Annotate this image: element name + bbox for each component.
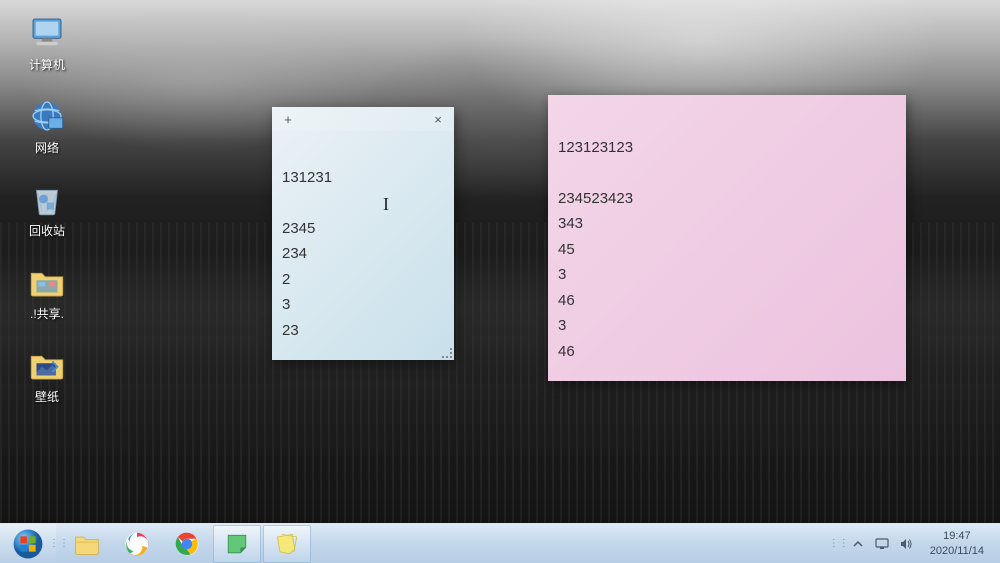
tray-overflow-icon[interactable] bbox=[850, 536, 866, 552]
swirl-browser-icon bbox=[123, 530, 151, 558]
folder-wallpaper-icon bbox=[26, 344, 68, 386]
new-note-button[interactable]: + bbox=[280, 112, 296, 127]
action-center-icon[interactable] bbox=[874, 536, 890, 552]
desktop-icon-share[interactable]: .!共享. bbox=[12, 259, 82, 324]
sticky-note-icon bbox=[273, 530, 301, 558]
taskbar-item-browser[interactable] bbox=[113, 525, 161, 563]
sticky-note-body[interactable]: 123123123 234523423 343 45 3 46 3 46 bbox=[548, 95, 906, 372]
clock-date: 2020/11/14 bbox=[930, 544, 984, 558]
sticky-note-header[interactable]: + × bbox=[272, 107, 454, 131]
explorer-icon bbox=[73, 530, 101, 558]
taskbar-item-sticky-2[interactable] bbox=[263, 525, 311, 563]
resize-handle[interactable] bbox=[442, 348, 452, 358]
desktop-icon-network[interactable]: 网络 bbox=[12, 93, 82, 158]
sticky-note-body[interactable]: 131231 2345 234 2 3 23 I bbox=[272, 131, 454, 377]
chrome-icon bbox=[173, 530, 201, 558]
volume-icon[interactable] bbox=[898, 536, 914, 552]
taskbar-clock[interactable]: 19:47 2020/11/14 bbox=[922, 529, 992, 558]
computer-icon bbox=[26, 12, 68, 54]
recycle-bin-icon bbox=[26, 178, 68, 220]
icon-label: 网络 bbox=[35, 139, 59, 156]
sticky-note-icon bbox=[223, 530, 251, 558]
windows-logo-icon bbox=[11, 527, 45, 561]
close-note-button[interactable]: × bbox=[430, 112, 446, 127]
sticky-note-text: 123123123 234523423 343 45 3 46 3 46 bbox=[558, 139, 633, 360]
taskbar-item-explorer[interactable] bbox=[63, 525, 111, 563]
folder-share-icon bbox=[26, 261, 68, 303]
text-cursor-icon: I bbox=[383, 189, 391, 207]
start-button[interactable] bbox=[0, 524, 56, 563]
icon-label: 计算机 bbox=[29, 56, 65, 73]
sticky-note-text: 131231 2345 234 2 3 23 bbox=[282, 169, 332, 339]
taskbar-item-sticky-1[interactable] bbox=[213, 525, 261, 563]
taskbar-pinned-items bbox=[62, 524, 312, 563]
desktop-icons-column: 计算机 网络 回收站 bbox=[12, 10, 82, 407]
desktop-icon-computer[interactable]: 计算机 bbox=[12, 10, 82, 75]
clock-time: 19:47 bbox=[930, 529, 984, 543]
system-tray: 19:47 2020/11/14 bbox=[842, 524, 1000, 563]
icon-label: 回收站 bbox=[29, 222, 65, 239]
icon-label: .!共享. bbox=[30, 305, 64, 322]
desktop-icon-recycle-bin[interactable]: 回收站 bbox=[12, 176, 82, 241]
taskbar-spacer bbox=[312, 524, 836, 563]
icon-label: 壁纸 bbox=[35, 388, 59, 405]
taskbar-item-chrome[interactable] bbox=[163, 525, 211, 563]
desktop-icon-wallpaper[interactable]: 壁纸 bbox=[12, 342, 82, 407]
network-icon bbox=[26, 95, 68, 137]
sticky-note-pink[interactable]: 123123123 234523423 343 45 3 46 3 46 bbox=[548, 95, 906, 381]
sticky-note-blue[interactable]: + × 131231 2345 234 2 3 23 I bbox=[272, 107, 454, 360]
taskbar: ⋮⋮ bbox=[0, 523, 1000, 563]
